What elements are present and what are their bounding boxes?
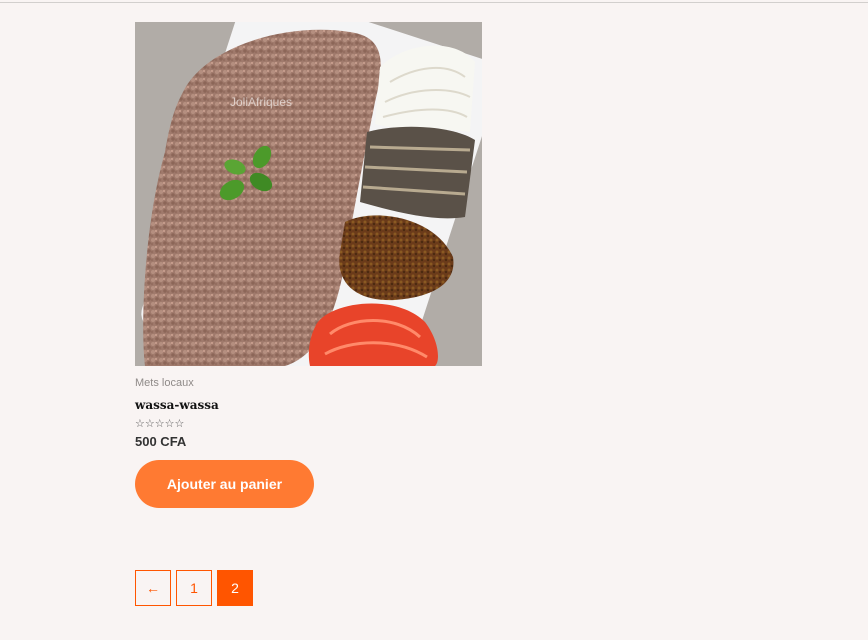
product-price: 500 CFA <box>135 434 187 449</box>
product-category[interactable]: Mets locaux <box>135 377 482 389</box>
page-current-2: 2 <box>217 570 253 606</box>
top-divider <box>0 0 868 3</box>
prev-page-arrow-icon[interactable]: ← <box>135 570 171 606</box>
pagination: ← 1 2 <box>135 570 253 606</box>
image-watermark: JoliAfriques <box>230 95 292 109</box>
page-link-1[interactable]: 1 <box>176 570 212 606</box>
product-card: JoliAfriques Mets locaux wassa-wassa ☆☆☆… <box>135 22 482 508</box>
add-to-cart-button[interactable]: Ajouter au panier <box>135 460 314 508</box>
rating-stars: ☆☆☆☆☆ <box>135 418 185 430</box>
product-image[interactable]: JoliAfriques <box>135 22 482 366</box>
product-title[interactable]: wassa-wassa <box>135 398 482 412</box>
